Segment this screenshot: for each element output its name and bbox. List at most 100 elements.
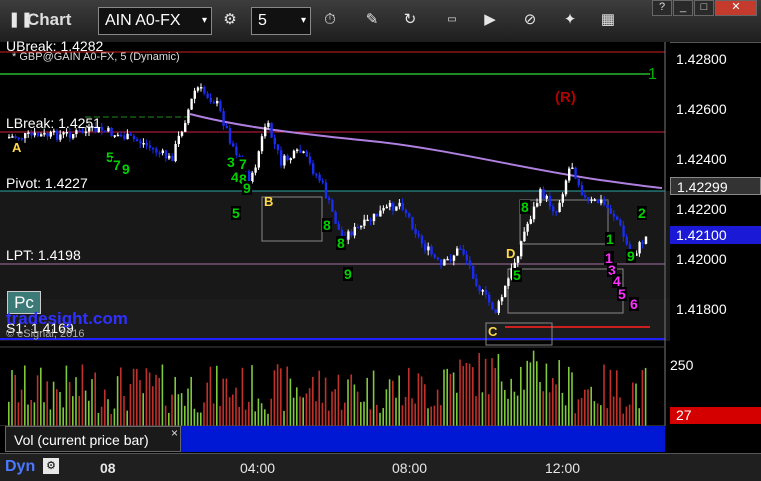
- volume-bar: [212, 403, 215, 426]
- prev-price-tag: 1.42299: [670, 177, 761, 195]
- volume-bar: [209, 366, 212, 426]
- candle-body: [491, 302, 494, 310]
- volume-bar: [91, 379, 93, 426]
- volume-bar: [321, 402, 324, 426]
- minimize-button[interactable]: _: [673, 0, 693, 16]
- order-icon[interactable]: ▭: [440, 8, 464, 32]
- volume-bar: [609, 369, 612, 426]
- candle-body: [417, 234, 420, 236]
- seq-count: 9: [626, 248, 636, 264]
- volume-bar: [331, 391, 333, 426]
- candle-body: [264, 126, 267, 137]
- candle-body: [427, 246, 430, 251]
- help-button[interactable]: ?: [652, 0, 672, 16]
- seq-count: 8: [336, 235, 346, 251]
- candle-body: [548, 195, 552, 207]
- close-button[interactable]: ✕: [715, 0, 757, 16]
- volume-bar: [552, 378, 554, 426]
- price-tick: 1.42800: [676, 51, 727, 67]
- candle-body: [497, 301, 500, 313]
- volume-bar: [385, 389, 388, 426]
- clock-icon[interactable]: ⏱: [318, 8, 342, 32]
- seq-count: 9: [121, 161, 131, 177]
- candle-body: [84, 131, 88, 134]
- volume-bar: [280, 368, 282, 426]
- close-icon[interactable]: ×: [171, 426, 178, 440]
- candle-body: [603, 199, 606, 205]
- volume-bar: [289, 378, 292, 426]
- volume-bar: [17, 402, 20, 426]
- mid-shade: [0, 191, 670, 299]
- volume-bar: [372, 370, 375, 426]
- gear-icon[interactable]: ⚙: [218, 8, 242, 32]
- candle-body: [171, 155, 174, 162]
- price-tick: 1.42600: [676, 101, 727, 117]
- time-axis[interactable]: 08 04:00 08:00 12:00: [0, 453, 761, 481]
- candle-body: [283, 155, 286, 166]
- candle-body: [558, 202, 561, 212]
- volume-bar: [424, 384, 426, 426]
- volume-bar: [638, 408, 640, 426]
- seq-count: 5: [512, 267, 522, 283]
- candle-body: [350, 231, 353, 236]
- play-icon[interactable]: ▶: [478, 8, 502, 32]
- volume-bar: [270, 398, 272, 426]
- volume-bar: [356, 391, 359, 426]
- candle-body: [600, 199, 603, 204]
- candle-body: [516, 256, 520, 263]
- candle-body: [180, 131, 184, 136]
- candle-body: [504, 285, 507, 298]
- grid-icon[interactable]: ▦: [596, 8, 620, 32]
- volume-bar: [328, 410, 330, 426]
- volume-bar: [180, 393, 183, 426]
- symbol-select[interactable]: AIN A0-FX ▾: [98, 7, 212, 35]
- volume-bar: [603, 364, 605, 426]
- volume-bar: [292, 397, 295, 426]
- settings-icon[interactable]: ⚙: [43, 458, 59, 474]
- volume-bar: [379, 412, 381, 426]
- volume-bar: [536, 361, 538, 426]
- price-chart[interactable]: [0, 42, 761, 426]
- candle-body: [286, 155, 289, 161]
- candle-body: [555, 211, 558, 214]
- link-icon[interactable]: ✦: [558, 8, 582, 32]
- volume-bar: [228, 397, 231, 426]
- volume-bar: [251, 365, 253, 426]
- candle-body: [27, 132, 30, 134]
- candle-body: [56, 130, 59, 140]
- candle-body: [11, 136, 14, 138]
- candle-body: [206, 93, 209, 98]
- dynamic-mode-label[interactable]: Dyn: [5, 458, 35, 476]
- candle-body: [65, 132, 68, 134]
- volume-bar: [449, 373, 452, 426]
- candle-body: [459, 248, 462, 250]
- cancel-icon[interactable]: ⊘: [518, 8, 542, 32]
- refresh-icon[interactable]: ↻: [398, 8, 422, 32]
- price-tick: 1.41800: [676, 301, 727, 317]
- time-tick: 08:00: [392, 460, 428, 476]
- volume-value-tag: 27: [670, 407, 761, 424]
- volume-bar: [516, 395, 519, 426]
- volume-bar: [260, 403, 263, 426]
- candle-body: [260, 136, 264, 152]
- maximize-button[interactable]: □: [694, 0, 714, 16]
- candle-body: [574, 167, 577, 179]
- volume-legend[interactable]: Vol (current price bar): [5, 426, 181, 452]
- candle-body: [596, 199, 600, 204]
- last-price-tag: 1.42100: [670, 226, 761, 244]
- candle-body: [446, 258, 449, 261]
- volume-bar: [232, 394, 234, 426]
- seq-count: 9: [242, 180, 252, 196]
- interval-select[interactable]: 5 ▾: [251, 7, 311, 35]
- pencil-icon[interactable]: ✎: [360, 8, 384, 32]
- candle-body: [273, 137, 276, 145]
- volume-bar: [526, 360, 528, 426]
- esignal-chart-window: ❚❚ Chart AIN A0-FX ▾ ⚙ 5 ▾ ⏱ ✎ ↻ ▭ ▶ ⊘ ✦…: [0, 0, 761, 481]
- volume-bar: [248, 401, 250, 426]
- seq-count: 3: [226, 154, 236, 170]
- volume-bar: [430, 406, 432, 426]
- seq-count: 5: [231, 205, 241, 221]
- candle-body: [59, 134, 62, 140]
- marker-c: C: [488, 324, 498, 339]
- candle-body: [468, 260, 472, 266]
